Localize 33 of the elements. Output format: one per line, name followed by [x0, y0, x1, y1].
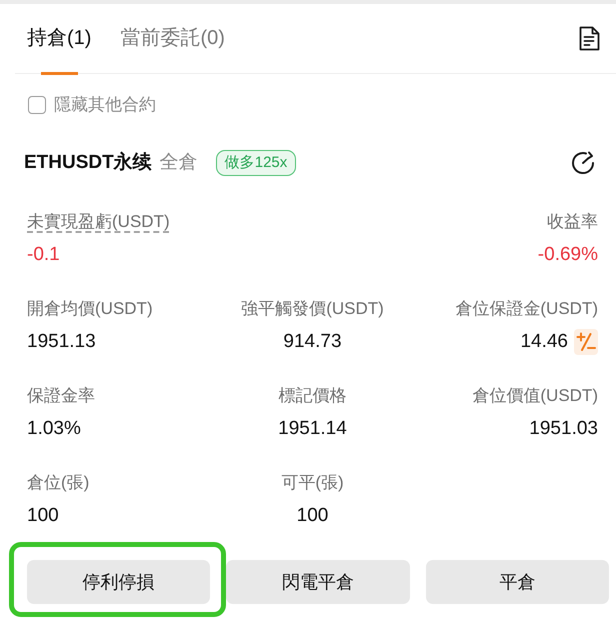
field-label: 開倉均價(USDT) [27, 298, 153, 320]
field-value: 100 [296, 504, 328, 528]
field-label: 標記價格 [278, 385, 346, 407]
circular-arrow-icon[interactable] [570, 150, 596, 176]
leverage-badge: 做多125x [216, 150, 296, 176]
field-value: 1951.03 [529, 417, 598, 441]
field-label: 倉位價值(USDT) [472, 385, 598, 407]
action-button[interactable]: 閃電平倉 [226, 560, 410, 604]
field-label: 倉位(張) [27, 472, 90, 494]
field-value: -0.1 [27, 243, 60, 267]
plus-minus-icon[interactable] [574, 329, 598, 355]
contract-symbol: ETHUSDT永续 [24, 150, 152, 175]
field-value: 1.03% [27, 417, 81, 441]
checkbox[interactable] [28, 96, 46, 114]
field-value: -0.69% [538, 243, 598, 267]
document-icon[interactable] [579, 26, 600, 51]
tab[interactable]: 持倉(1) [27, 4, 92, 74]
field-label[interactable]: 未實現盈虧(USDT) [27, 210, 170, 234]
field-value: 1951.13 [27, 330, 96, 354]
tab[interactable]: 當前委託(0) [120, 4, 225, 74]
field-label: 可平(張) [281, 472, 344, 494]
field-value: 914.73 [283, 330, 342, 354]
field-label: 強平觸發價(USDT) [241, 298, 384, 320]
field-label: 倉位保證金(USDT) [455, 298, 598, 320]
field-value: 14.46 [520, 330, 568, 354]
action-button[interactable]: 停利停損 [27, 560, 210, 604]
action-button[interactable]: 平倉 [426, 560, 609, 604]
checkbox-label: 隱藏其他合約 [54, 94, 156, 116]
field-label: 保證金率 [27, 385, 95, 407]
margin-mode: 全倉 [160, 151, 198, 175]
field-label: 收益率 [547, 211, 598, 233]
field-value: 100 [27, 504, 59, 528]
field-value: 1951.14 [278, 417, 347, 441]
